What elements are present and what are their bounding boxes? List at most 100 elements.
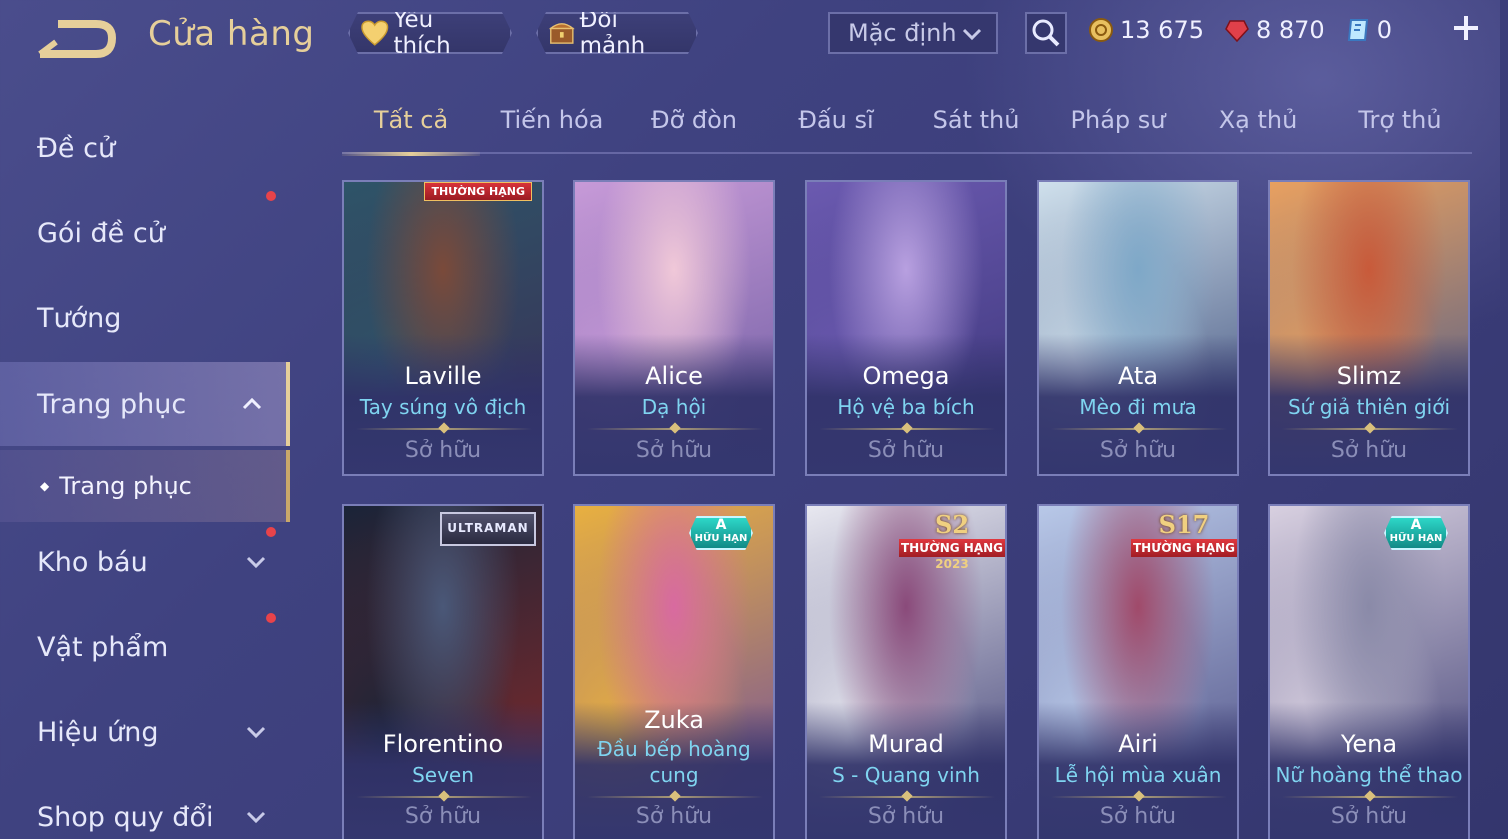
sidebar-item-label: Đề cử [37, 132, 116, 164]
notification-dot [266, 613, 276, 623]
hero-name: Ata [1117, 362, 1159, 390]
season-rank-badge: S17 THƯỜNG HẠNG [1131, 510, 1237, 572]
tab-evolution[interactable]: Tiến hóa [482, 106, 622, 152]
sort-selected-value: Mặc định [848, 19, 957, 47]
card-divider [587, 428, 763, 430]
card-divider [1282, 428, 1458, 430]
sidebar-item-heroes[interactable]: Tướng [0, 276, 290, 360]
gold-amount: 13 675 [1120, 16, 1204, 44]
skin-grid: THƯỜNG HẠNG Laville Tay súng vô địch Sở … [342, 180, 1472, 839]
sidebar-item-recommended-packs[interactable]: Gói đề cử [0, 191, 290, 275]
currency-bar: 13 675 8 870 0 [1088, 10, 1498, 50]
page-title: Cửa hàng [148, 14, 315, 54]
tab-tank[interactable]: Đỡ đòn [624, 106, 764, 152]
hero-name: Omega [862, 362, 950, 390]
limited-badge-tier: A [1410, 517, 1422, 533]
tab-mage[interactable]: Pháp sư [1048, 106, 1188, 152]
back-arrow-icon [38, 20, 117, 58]
hero-name: Alice [645, 362, 703, 390]
skin-card[interactable]: Alice Dạ hội Sở hữu [573, 180, 775, 476]
owned-status: Sở hữu [1330, 438, 1408, 463]
exchange-shard-button[interactable]: Đổi mảnh [536, 12, 698, 54]
tab-label: Tiến hóa [500, 106, 604, 134]
hero-name: Airi [1118, 730, 1158, 758]
plus-icon[interactable] [1452, 14, 1480, 42]
ultraman-badge: ULTRAMAN [440, 512, 536, 546]
search-button[interactable] [1025, 12, 1067, 54]
skin-card[interactable]: A HỮU HẠN Yena Nữ hoàng thể thao Sở hữu [1268, 504, 1470, 839]
sidebar-item-treasure[interactable]: Kho báu [0, 520, 290, 604]
card-divider [819, 796, 995, 798]
skin-card[interactable]: Omega Hộ vệ ba bích Sở hữu [805, 180, 1007, 476]
chevron-down-icon [246, 556, 266, 569]
card-divider [1051, 796, 1227, 798]
season-rank-strip: THƯỜNG HẠNG [1131, 539, 1237, 557]
treasure-chest-icon [548, 18, 576, 48]
season-rank-strip: THƯỜNG HẠNG [899, 539, 1005, 557]
skin-name: Nữ hoàng thể thao [1275, 763, 1463, 787]
favorite-label: Yêu thích [393, 7, 451, 59]
skin-card[interactable]: THƯỜNG HẠNG Laville Tay súng vô địch Sở … [342, 180, 544, 476]
skin-name: Seven [412, 763, 474, 787]
tab-label: Đỡ đòn [650, 106, 738, 134]
hero-name: Florentino [382, 730, 504, 758]
tab-assassin[interactable]: Sát thủ [906, 106, 1046, 152]
gem-amount: 8 870 [1255, 16, 1325, 44]
owned-status: Sở hữu [1330, 804, 1408, 829]
skin-card[interactable]: S2 THƯỜNG HẠNG 2023 Murad S - Quang vinh… [805, 504, 1007, 839]
sidebar-item-recommended[interactable]: Đề cử [0, 106, 290, 190]
notification-dot [266, 191, 276, 201]
sidebar-item-effects[interactable]: Hiệu ứng [0, 690, 290, 774]
sidebar-subitem-label: Trang phục [59, 472, 192, 500]
card-divider [1282, 796, 1458, 798]
owned-status: Sở hữu [1099, 804, 1177, 829]
hero-name: Laville [404, 362, 482, 390]
skin-name: Tay súng vô địch [359, 395, 527, 419]
skin-card[interactable]: ULTRAMAN Florentino Seven Sở hữu [342, 504, 544, 839]
ticket-currency: 0 [1345, 16, 1392, 44]
sidebar-item-label: Hiệu ứng [37, 716, 159, 748]
sidebar-item-skins[interactable]: Trang phục [0, 362, 290, 446]
tab-label: Pháp sư [1070, 106, 1166, 134]
tab-fighter[interactable]: Đấu sĩ [766, 106, 906, 152]
diamond-bullet-icon: ◆ [40, 479, 50, 493]
tab-all[interactable]: Tất cả [342, 106, 480, 156]
card-divider [356, 796, 532, 798]
ticket-amount: 0 [1376, 16, 1392, 44]
tab-label: Trợ thủ [1358, 106, 1442, 134]
red-gem-icon [1225, 20, 1249, 43]
search-icon [1032, 19, 1060, 47]
chevron-down-icon [962, 28, 982, 41]
skin-card[interactable]: A HỮU HẠN Zuka Đầu bếp hoàng cung Sở hữu [573, 504, 775, 839]
hero-name: Zuka [644, 706, 704, 734]
sidebar-item-label: Trang phục [37, 388, 187, 420]
sidebar-subitem-skins[interactable]: ◆ Trang phục [0, 450, 290, 522]
skin-name: Sứ giả thiên giới [1287, 395, 1451, 419]
favorite-button[interactable]: Yêu thích [348, 12, 512, 54]
season-rank-badge: S2 THƯỜNG HẠNG 2023 [899, 510, 1005, 572]
tab-marksman[interactable]: Xạ thủ [1188, 106, 1328, 152]
skin-name: Dạ hội [641, 395, 707, 419]
back-button[interactable] [36, 16, 117, 60]
limited-badge: A HỮU HẠN [1384, 516, 1448, 550]
card-divider [356, 428, 532, 430]
gold-coin-icon [1089, 18, 1113, 42]
skin-card[interactable]: S17 THƯỜNG HẠNG Airi Lễ hội mùa xuân Sở … [1037, 504, 1239, 839]
sidebar-item-items[interactable]: Vật phẩm [0, 605, 290, 689]
limited-badge-text: HỮU HẠN [1389, 533, 1443, 544]
skin-name: Hộ vệ ba bích [837, 395, 975, 419]
owned-status: Sở hữu [1099, 438, 1177, 463]
owned-status: Sở hữu [635, 438, 713, 463]
tab-support[interactable]: Trợ thủ [1330, 106, 1470, 152]
season-rank-year: 2023 [935, 557, 969, 571]
skin-card[interactable]: Ata Mèo đi mưa Sở hữu [1037, 180, 1239, 476]
card-divider [819, 428, 995, 430]
owned-status: Sở hữu [867, 804, 945, 829]
sort-dropdown[interactable]: Mặc định [828, 12, 998, 54]
category-tabs: Tất cả Tiến hóa Đỡ đòn Đấu sĩ Sát thủ Ph… [342, 100, 1472, 156]
sidebar-item-label: Vật phẩm [37, 631, 169, 663]
ranked-badge: THƯỜNG HẠNG [424, 182, 532, 201]
tab-label: Tất cả [373, 106, 449, 134]
sidebar-item-exchange-shop[interactable]: Shop quy đổi [0, 775, 290, 839]
skin-card[interactable]: Slimz Sứ giả thiên giới Sở hữu [1268, 180, 1470, 476]
